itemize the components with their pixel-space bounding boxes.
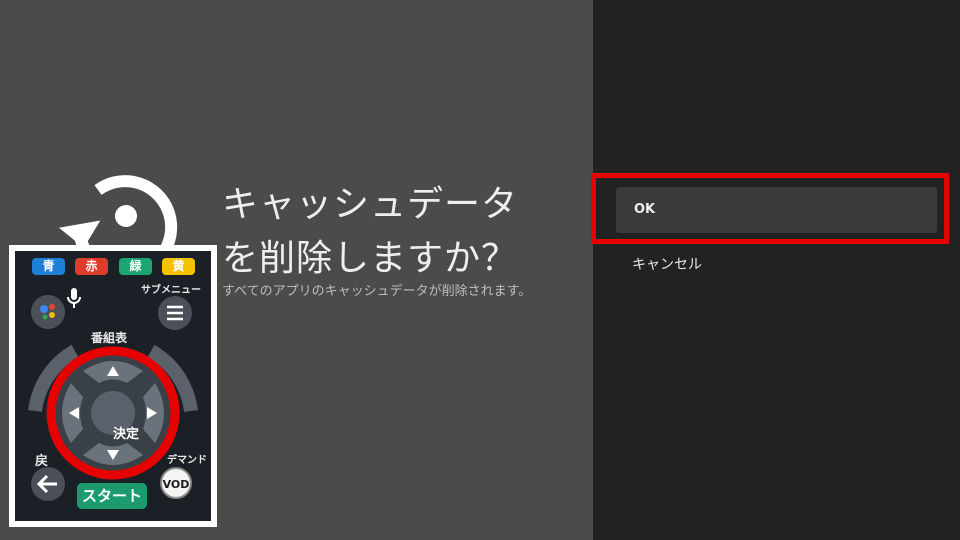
mic-icon [67, 288, 81, 308]
back-arrow-icon [36, 474, 57, 494]
vod-button: VOD [160, 467, 192, 499]
back-button [31, 467, 65, 501]
dialog-description: すべてのアプリのキャッシュデータが削除されます。 [222, 284, 532, 299]
ok-button[interactable]: OK [616, 187, 937, 233]
start-button: スタート [77, 483, 147, 509]
red-button: 赤 [75, 258, 108, 275]
dialog-title: キャッシュデータを削除しますか？ [222, 184, 519, 279]
yellow-button: 黄 [162, 258, 195, 275]
submenu-label: サブメニュー [141, 285, 201, 296]
green-button: 緑 [119, 258, 152, 275]
remote-control-illustration: 青 赤 緑 黄 サブメニュー 番組表 決定 戻 デマンド スタート VOD [15, 251, 211, 521]
enter-label: 決定 [112, 427, 139, 442]
ondemand-label: デマンド [167, 455, 207, 466]
blue-button: 青 [32, 258, 65, 275]
cancel-button[interactable]: キャンセル [616, 244, 937, 286]
